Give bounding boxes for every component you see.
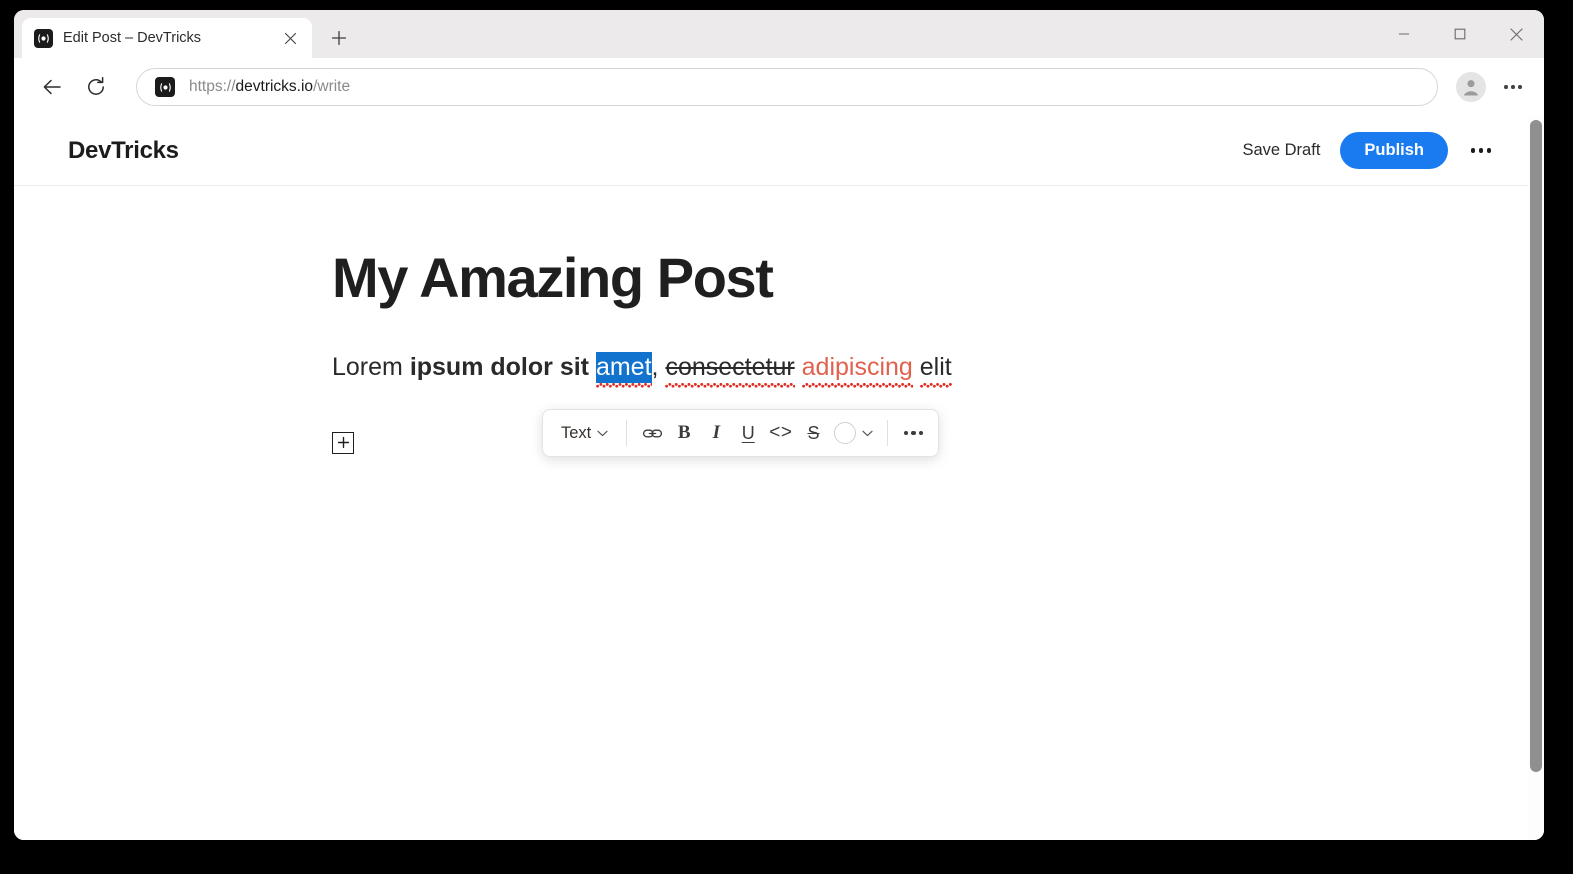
app-header: DevTricks Save Draft Publish [14,116,1528,186]
maximize-button[interactable] [1432,10,1488,58]
post-title-input[interactable]: My Amazing Post [332,248,1528,308]
page-viewport: DevTricks Save Draft Publish My Amazing … [14,116,1544,840]
toolbar-divider [626,420,628,446]
back-arrow-icon [43,79,61,95]
new-tab-button[interactable] [322,21,356,55]
bold-button[interactable]: B [669,416,699,450]
publish-button[interactable]: Publish [1340,132,1448,169]
address-bar[interactable]: https://devtricks.io/write [136,68,1438,106]
text-segment-plain: Lorem [332,353,410,382]
link-icon [642,429,662,437]
brand-logo[interactable]: DevTricks [68,137,179,165]
code-button[interactable]: <> [765,416,796,450]
minimize-button[interactable] [1376,10,1432,58]
url-scheme: https:// [189,78,236,95]
close-icon [1509,27,1523,41]
floating-format-toolbar: Text B I U <> S [542,409,940,457]
person-icon [1463,80,1479,96]
post-body-paragraph[interactable]: Lorem ipsum dolor sit amet, consectetur … [332,351,1528,388]
reload-icon [88,76,104,95]
url-text: https://devtricks.io/write [189,78,350,96]
text-color-button[interactable] [830,416,877,450]
misspelled-word-wrapper: amet [595,351,652,388]
tab-title: Edit Post – DevTricks [63,30,202,46]
text-segment-bold: ipsum dolor sit [409,353,596,382]
strikethrough-button[interactable]: S [798,416,828,450]
italic-button[interactable]: I [701,416,731,450]
plus-icon [331,30,347,46]
header-actions: Save Draft Publish [1238,132,1498,169]
color-swatch-icon [834,422,857,444]
profile-avatar[interactable] [1456,72,1486,102]
tab-close-icon[interactable] [278,26,302,50]
text-segment-space [913,353,920,381]
text-segment-strikethrough: consectetur [665,353,795,382]
site-favicon-icon [155,77,175,97]
maximize-icon [1454,28,1466,40]
window-controls [1376,10,1544,58]
toolbar-divider [887,420,889,446]
browser-menu-button[interactable] [1496,70,1530,104]
text-segment-selected: amet [595,352,652,384]
text-segment-misspelled: elit [919,353,952,382]
url-host: devtricks.io [235,78,314,95]
ellipsis-icon [1470,148,1492,153]
ellipsis-icon [1504,85,1522,89]
tab-strip: Edit Post – DevTricks [14,10,1544,58]
header-overflow-menu-button[interactable] [1464,134,1498,168]
link-button[interactable] [637,416,667,450]
misspelled-word-wrapper: adipiscing [801,351,914,388]
url-path: /write [313,78,351,95]
reload-button[interactable] [76,67,116,107]
chevron-down-icon [597,430,608,436]
chevron-down-icon [862,430,874,436]
block-type-label: Text [561,423,592,442]
toolbar-more-button[interactable] [898,416,928,450]
underline-button[interactable]: U [733,416,763,450]
misspelled-word-wrapper: consectetur [665,351,795,388]
text-segment-space [795,353,802,381]
browser-window: Edit Post – DevTricks https://devtricks.… [14,10,1544,840]
back-button[interactable] [32,67,72,107]
text-segment-colored: adipiscing [801,353,913,382]
text-segment-comma: , [651,353,666,382]
browser-navigation-bar: https://devtricks.io/write [14,58,1544,116]
misspelled-word-wrapper: elit [919,351,952,388]
browser-tab-active[interactable]: Edit Post – DevTricks [22,18,312,58]
ellipsis-icon [903,430,924,436]
devtricks-favicon [34,28,53,48]
add-block-button[interactable] [332,431,354,454]
page-scrollbar[interactable] [1528,116,1544,840]
scrollbar-thumb[interactable] [1530,120,1542,772]
block-type-dropdown[interactable]: Text [553,416,616,450]
save-draft-button[interactable]: Save Draft [1238,135,1324,166]
web-page: DevTricks Save Draft Publish My Amazing … [14,116,1528,840]
plus-icon [337,437,349,449]
close-window-button[interactable] [1488,10,1544,58]
minimize-icon [1399,33,1409,35]
